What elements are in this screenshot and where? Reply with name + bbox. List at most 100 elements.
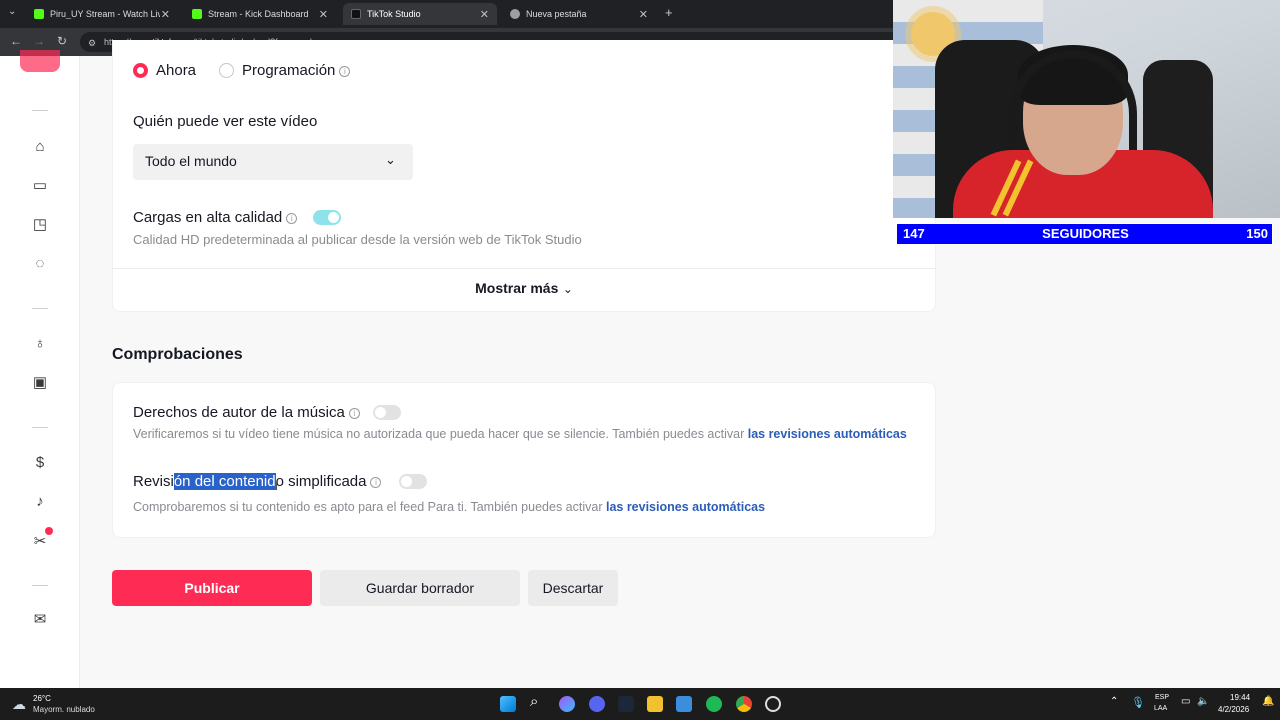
radio-now[interactable] bbox=[133, 63, 148, 78]
steam-icon[interactable] bbox=[618, 696, 634, 712]
mic-icon[interactable]: 🎙 bbox=[1131, 696, 1145, 709]
bulb-icon[interactable]: ♁ bbox=[31, 335, 49, 353]
search-icon[interactable]: ⌕ bbox=[530, 693, 538, 710]
divider bbox=[32, 308, 48, 309]
back-arrow-icon[interactable]: ← bbox=[10, 34, 22, 48]
folder-icon[interactable]: ▭ bbox=[31, 177, 49, 195]
tab-title: Piru_UY Stream - Watch Live on bbox=[50, 9, 160, 19]
upload-button[interactable] bbox=[20, 50, 60, 72]
clock-time[interactable]: 19:44 bbox=[1230, 693, 1250, 702]
dollar-icon[interactable]: $ bbox=[31, 454, 49, 472]
music-check-label: Derechos de autor de la música i bbox=[133, 404, 360, 421]
tab-title: Nueva pestaña bbox=[526, 9, 587, 19]
music-check-toggle[interactable] bbox=[373, 405, 401, 420]
close-icon[interactable]: ✕ bbox=[319, 8, 328, 21]
visibility-selected: Todo el mundo bbox=[145, 153, 237, 169]
copilot-icon[interactable] bbox=[559, 696, 575, 712]
toggle-knob bbox=[401, 476, 412, 487]
webcam-overlay bbox=[893, 0, 1280, 218]
home-icon[interactable]: ⌂ bbox=[31, 138, 49, 156]
tiktok-icon bbox=[351, 9, 361, 19]
notification-bell-icon[interactable]: 🔔 bbox=[1262, 696, 1274, 707]
visibility-label: Quién puede ver este vídeo bbox=[133, 113, 318, 130]
windows-taskbar: ☁ 26°C Mayorm. nublado ⌕ ⌃ 🎙 ESP LAA ▭ 🔈… bbox=[0, 688, 1280, 720]
divider bbox=[32, 427, 48, 428]
academy-icon[interactable]: ▣ bbox=[31, 374, 49, 392]
obs-icon[interactable] bbox=[765, 696, 781, 712]
divider bbox=[32, 110, 48, 111]
info-icon[interactable]: i bbox=[339, 65, 351, 77]
tab-kick-watch[interactable]: Piru_UY Stream - Watch Live on ✕ bbox=[26, 3, 178, 25]
close-icon[interactable]: ✕ bbox=[639, 8, 648, 21]
hd-toggle[interactable] bbox=[313, 210, 341, 225]
info-icon[interactable]: i bbox=[370, 476, 382, 488]
weather-temp[interactable]: 26°C bbox=[33, 694, 51, 703]
content-check-label: Revisión del contenido simplificada i bbox=[133, 473, 382, 490]
monitor-icon[interactable] bbox=[676, 696, 692, 712]
auto-review-link[interactable]: las revisiones automáticas bbox=[606, 500, 765, 514]
tab-title: Stream - Kick Dashboard bbox=[208, 9, 309, 19]
volume-icon[interactable]: 🔈 bbox=[1197, 696, 1209, 707]
content-check-description: Comprobaremos si tu contenido es apto pa… bbox=[133, 500, 766, 514]
music-check-description: Verificaremos si tu vídeo tiene música n… bbox=[133, 427, 907, 441]
show-more-button[interactable]: Mostrar más ⌄ bbox=[112, 280, 936, 302]
radio-now-label: Ahora bbox=[156, 62, 197, 79]
analytics-icon[interactable]: ◳ bbox=[31, 216, 49, 234]
info-icon[interactable]: i bbox=[286, 212, 298, 224]
kick-icon bbox=[192, 9, 202, 19]
text-cursor-icon: I bbox=[275, 481, 279, 493]
site-info-icon[interactable]: ⚙ bbox=[88, 38, 96, 49]
discord-icon[interactable] bbox=[589, 696, 605, 712]
studio-sidebar: ⌂ ▭ ◳ ◌ ♁ ▣ $ ♪ ✂ ✉ bbox=[0, 50, 80, 688]
reload-icon[interactable]: ↻ bbox=[57, 34, 67, 48]
toggle-knob bbox=[328, 212, 339, 223]
tab-tiktok-studio[interactable]: TikTok Studio ✕ bbox=[343, 3, 497, 25]
weather-desc[interactable]: Mayorm. nublado bbox=[33, 705, 95, 714]
auto-review-link[interactable]: las revisiones automáticas bbox=[748, 427, 907, 441]
tab-new[interactable]: Nueva pestaña ✕ bbox=[502, 3, 656, 25]
follower-label: SEGUIDORES bbox=[1042, 226, 1129, 241]
content-check-toggle[interactable] bbox=[399, 474, 427, 489]
mail-icon[interactable]: ✉ bbox=[31, 611, 49, 629]
divider bbox=[112, 268, 936, 269]
new-tab-plus-icon[interactable]: + bbox=[665, 5, 673, 20]
windows-start-icon[interactable] bbox=[500, 696, 516, 712]
toggle-knob bbox=[375, 407, 386, 418]
save-draft-button[interactable]: Guardar borrador bbox=[320, 570, 520, 606]
hd-description: Calidad HD predeterminada al publicar de… bbox=[133, 232, 582, 247]
tools-icon[interactable]: ✂ bbox=[31, 533, 49, 551]
publish-button[interactable]: Publicar bbox=[112, 570, 312, 606]
music-note-icon[interactable]: ♪ bbox=[31, 493, 49, 511]
close-icon[interactable]: ✕ bbox=[480, 8, 489, 21]
tab-kick-dashboard[interactable]: Stream - Kick Dashboard ✕ bbox=[184, 3, 336, 25]
tab-title: TikTok Studio bbox=[367, 9, 421, 19]
hd-label: Cargas en alta calidad i bbox=[133, 209, 298, 226]
info-icon[interactable]: i bbox=[348, 407, 360, 419]
radio-scheduled-label: Programación i bbox=[242, 62, 351, 79]
forward-arrow-icon[interactable]: → bbox=[33, 34, 45, 48]
tab-search-icon[interactable]: ⌄ bbox=[8, 6, 16, 17]
chrome-icon bbox=[510, 9, 520, 19]
discard-button[interactable]: Descartar bbox=[528, 570, 618, 606]
chevron-down-icon: ⌄ bbox=[385, 152, 396, 167]
close-icon[interactable]: ✕ bbox=[161, 8, 170, 21]
follower-goal: 150 bbox=[1246, 226, 1268, 241]
visibility-select[interactable]: Todo el mundo ⌄ bbox=[133, 144, 413, 180]
language-layout[interactable]: LAA bbox=[1154, 705, 1167, 712]
show-more-label: Mostrar más bbox=[475, 280, 559, 296]
comments-icon[interactable]: ◌ bbox=[31, 255, 49, 273]
cloud-icon: ☁ bbox=[12, 696, 26, 712]
follower-goal-bar: 147 SEGUIDORES 150 bbox=[896, 223, 1273, 245]
screen: ⌄ Piru_UY Stream - Watch Live on ✕ Strea… bbox=[0, 0, 1280, 720]
file-explorer-icon[interactable] bbox=[647, 696, 663, 712]
chrome-icon[interactable] bbox=[736, 696, 752, 712]
radio-scheduled[interactable] bbox=[219, 63, 234, 78]
chevron-up-icon[interactable]: ⌃ bbox=[1110, 696, 1118, 707]
selected-text: ón del contenid bbox=[173, 473, 276, 490]
network-icon[interactable]: ▭ bbox=[1181, 696, 1190, 707]
chevron-down-icon: ⌄ bbox=[562, 282, 573, 296]
spotify-icon[interactable] bbox=[706, 696, 722, 712]
clock-date[interactable]: 4/2/2026 bbox=[1218, 705, 1249, 714]
language-code[interactable]: ESP bbox=[1155, 694, 1169, 701]
notification-dot bbox=[45, 527, 53, 535]
